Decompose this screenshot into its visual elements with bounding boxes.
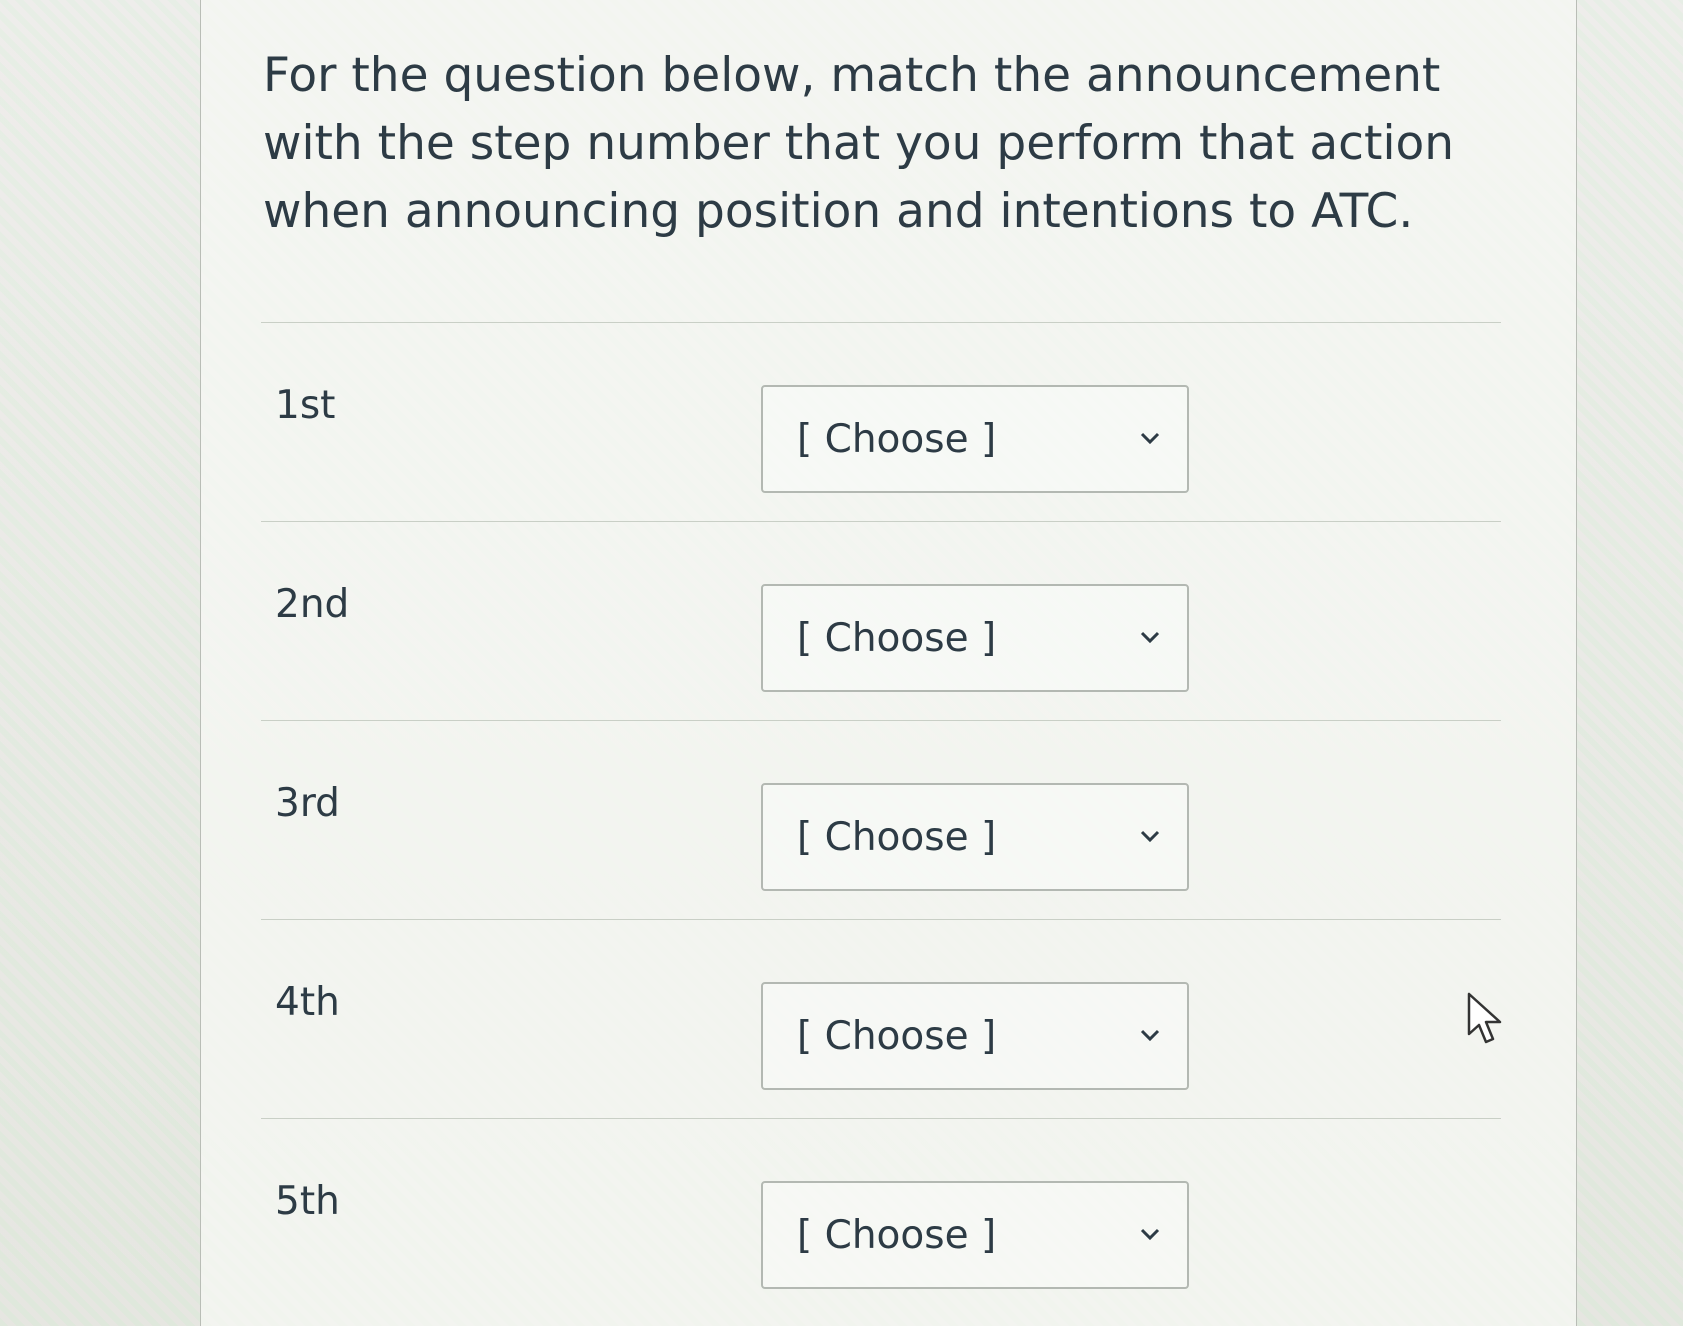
step-label: 3rd <box>275 781 340 826</box>
step-label: 5th <box>275 1179 340 1224</box>
select-value: [ Choose ] <box>797 417 997 462</box>
select-value: [ Choose ] <box>797 1213 997 1258</box>
chevron-down-icon <box>1140 1029 1160 1042</box>
quiz-question-panel: For the question below, match the announ… <box>200 0 1577 1326</box>
answer-row-2nd: 2nd [ Choose ] <box>261 521 1501 720</box>
matching-answer-list: 1st [ Choose ] 2nd [ Choose ] 3rd [ Choo… <box>261 322 1501 1324</box>
answer-select-3rd[interactable]: [ Choose ] <box>761 783 1189 891</box>
answer-row-1st: 1st [ Choose ] <box>261 322 1501 521</box>
answer-select-2nd[interactable]: [ Choose ] <box>761 584 1189 692</box>
step-label: 2nd <box>275 582 350 627</box>
answer-select-1st[interactable]: [ Choose ] <box>761 385 1189 493</box>
chevron-down-icon <box>1140 1228 1160 1241</box>
answer-row-5th: 5th [ Choose ] <box>261 1118 1501 1324</box>
chevron-down-icon <box>1140 830 1160 843</box>
question-text: For the question below, match the announ… <box>263 48 1455 239</box>
chevron-down-icon <box>1140 631 1160 644</box>
mouse-pointer-icon <box>1467 992 1502 1044</box>
step-label: 4th <box>275 980 340 1025</box>
select-value: [ Choose ] <box>797 815 997 860</box>
answer-row-3rd: 3rd [ Choose ] <box>261 720 1501 919</box>
select-value: [ Choose ] <box>797 616 997 661</box>
answer-select-4th[interactable]: [ Choose ] <box>761 982 1189 1090</box>
select-value: [ Choose ] <box>797 1014 997 1059</box>
answer-select-5th[interactable]: [ Choose ] <box>761 1181 1189 1289</box>
chevron-down-icon <box>1140 432 1160 445</box>
answer-row-4th: 4th [ Choose ] <box>261 919 1501 1118</box>
step-label: 1st <box>275 383 336 428</box>
